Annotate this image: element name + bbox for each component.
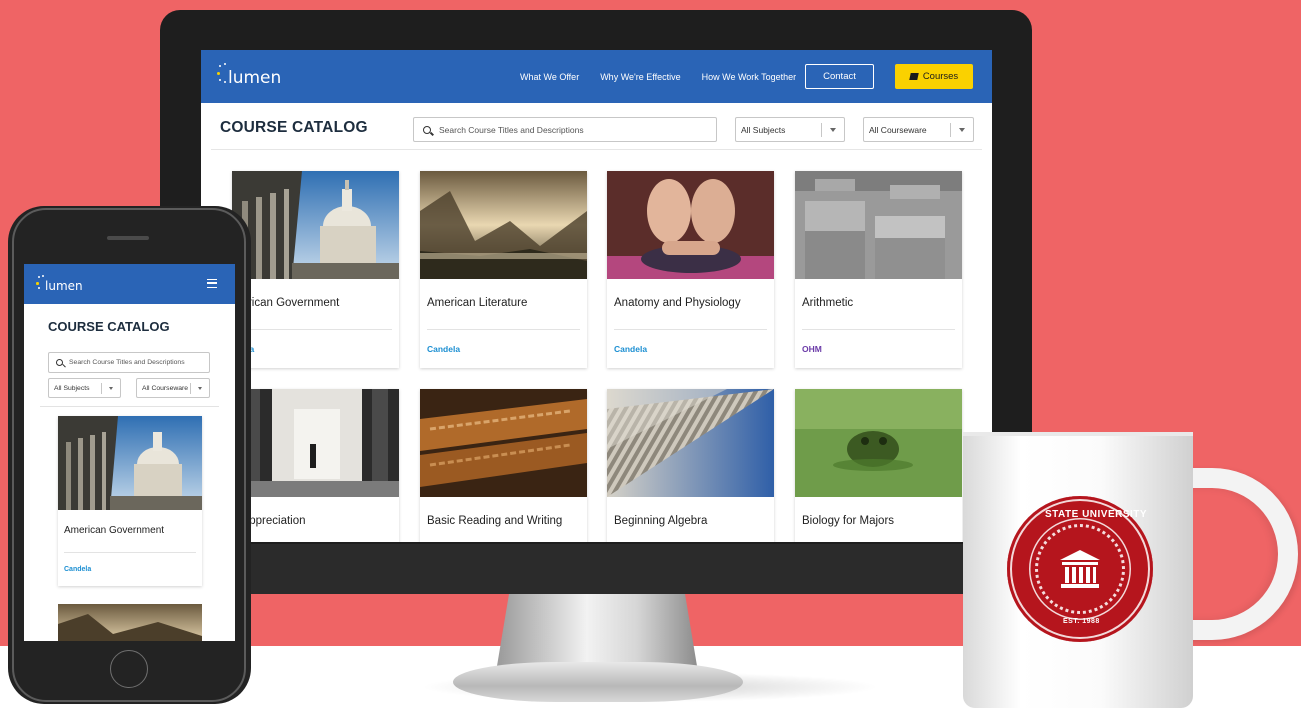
course-platform: Candela	[427, 344, 461, 354]
card-divider	[64, 552, 196, 553]
contact-button[interactable]: Contact	[805, 64, 874, 89]
search-placeholder: Search Course Titles and Descriptions	[439, 124, 584, 135]
course-card-american-government[interactable]: American Government Candela	[58, 416, 202, 586]
course-card-biology-majors[interactable]: Biology for Majors	[795, 389, 962, 542]
subjects-select-value: All Subjects	[741, 124, 786, 135]
courseware-select-value: All Courseware	[142, 384, 189, 392]
course-card-art-appreciation[interactable]: rt Appreciation	[232, 389, 399, 542]
seal-bottom-text: EST. 1988	[1063, 618, 1100, 625]
monitor-chin	[160, 544, 1032, 594]
seal-top-text: STATE UNIVERSITY	[1045, 509, 1148, 520]
phone-home-button	[110, 650, 148, 688]
mobile-nav-bar: lumen	[24, 264, 235, 304]
next-course-card-preview[interactable]	[58, 604, 202, 641]
courses-label: Courses	[922, 71, 959, 82]
card-divider	[232, 329, 392, 330]
course-title[interactable]: Biology for Majors	[802, 515, 894, 527]
course-platform: OHM	[802, 344, 822, 354]
course-title[interactable]: Arithmetic	[802, 297, 853, 309]
page-title: COURSE CATALOG	[220, 119, 368, 136]
card-divider	[427, 329, 580, 330]
search-input[interactable]: Search Course Titles and Descriptions	[48, 352, 210, 373]
course-image	[795, 171, 962, 279]
seal-building-icon	[1060, 550, 1100, 588]
card-divider	[614, 329, 767, 330]
course-image	[232, 389, 399, 497]
mug-rim	[963, 432, 1193, 436]
course-card-arithmetic[interactable]: Arithmetic OHM	[795, 171, 962, 368]
phone-earpiece	[107, 236, 149, 240]
lumen-logo[interactable]: lumen	[36, 275, 83, 293]
course-image	[795, 389, 962, 497]
hamburger-menu-icon[interactable]	[207, 279, 217, 288]
logo-wordmark: lumen	[228, 68, 282, 88]
course-title[interactable]: Basic Reading and Writing	[427, 515, 562, 527]
course-title[interactable]: American Government	[64, 525, 164, 536]
course-card-american-literature[interactable]: American Literature Candela	[420, 171, 587, 368]
course-card-american-government[interactable]: merican Government ndela	[232, 171, 399, 368]
course-image	[607, 171, 774, 279]
course-title[interactable]: Anatomy and Physiology	[614, 297, 741, 309]
course-image	[58, 416, 202, 510]
course-title[interactable]: Beginning Algebra	[614, 515, 707, 527]
search-placeholder: Search Course Titles and Descriptions	[69, 359, 185, 366]
course-platform: Candela	[614, 344, 648, 354]
courseware-select[interactable]: All Courseware	[863, 117, 974, 142]
desktop-screen: lumen What We Offer Why We're Effective …	[201, 50, 992, 542]
chevron-down-icon	[830, 128, 836, 132]
courseware-select[interactable]: All Courseware	[136, 378, 210, 398]
header-divider	[40, 406, 219, 407]
monitor-stand-base	[453, 662, 743, 702]
nav-what-we-offer[interactable]: What We Offer	[520, 72, 579, 82]
subjects-select[interactable]: All Subjects	[48, 378, 121, 398]
nav-links: What We Offer Why We're Effective How We…	[499, 50, 796, 103]
book-icon	[909, 73, 919, 80]
course-image	[232, 171, 399, 279]
course-card-anatomy-physiology[interactable]: Anatomy and Physiology Candela	[607, 171, 774, 368]
courseware-select-value: All Courseware	[869, 124, 927, 135]
monitor-stand-neck	[497, 594, 697, 666]
subjects-select-value: All Subjects	[54, 384, 90, 392]
mobile-screen: lumen COURSE CATALOG Search Course Title…	[24, 264, 235, 641]
logo-dots-icon	[36, 275, 45, 290]
header-divider	[211, 149, 982, 150]
lumen-logo[interactable]: lumen	[217, 63, 282, 88]
chevron-down-icon	[198, 387, 202, 390]
logo-wordmark: lumen	[45, 279, 83, 293]
course-platform: Candela	[64, 566, 92, 573]
courses-button[interactable]: Courses	[895, 64, 973, 89]
chevron-down-icon	[959, 128, 965, 132]
course-card-basic-reading-writing[interactable]: Basic Reading and Writing	[420, 389, 587, 542]
nav-why-effective[interactable]: Why We're Effective	[600, 72, 680, 82]
course-image	[607, 389, 774, 497]
card-divider	[802, 329, 955, 330]
course-image	[420, 171, 587, 279]
logo-dots-icon	[217, 63, 228, 83]
search-input[interactable]: Search Course Titles and Descriptions	[413, 117, 717, 142]
subjects-select[interactable]: All Subjects	[735, 117, 845, 142]
course-title[interactable]: American Literature	[427, 297, 527, 309]
contact-label: Contact	[823, 71, 856, 82]
page-title: COURSE CATALOG	[48, 319, 170, 334]
search-icon	[423, 125, 431, 134]
search-icon	[56, 359, 63, 366]
course-card-beginning-algebra[interactable]: Beginning Algebra	[607, 389, 774, 542]
chevron-down-icon	[109, 387, 113, 390]
top-navigation-bar: lumen What We Offer Why We're Effective …	[201, 50, 992, 103]
nav-how-we-work[interactable]: How We Work Together	[702, 72, 797, 82]
course-image	[420, 389, 587, 497]
